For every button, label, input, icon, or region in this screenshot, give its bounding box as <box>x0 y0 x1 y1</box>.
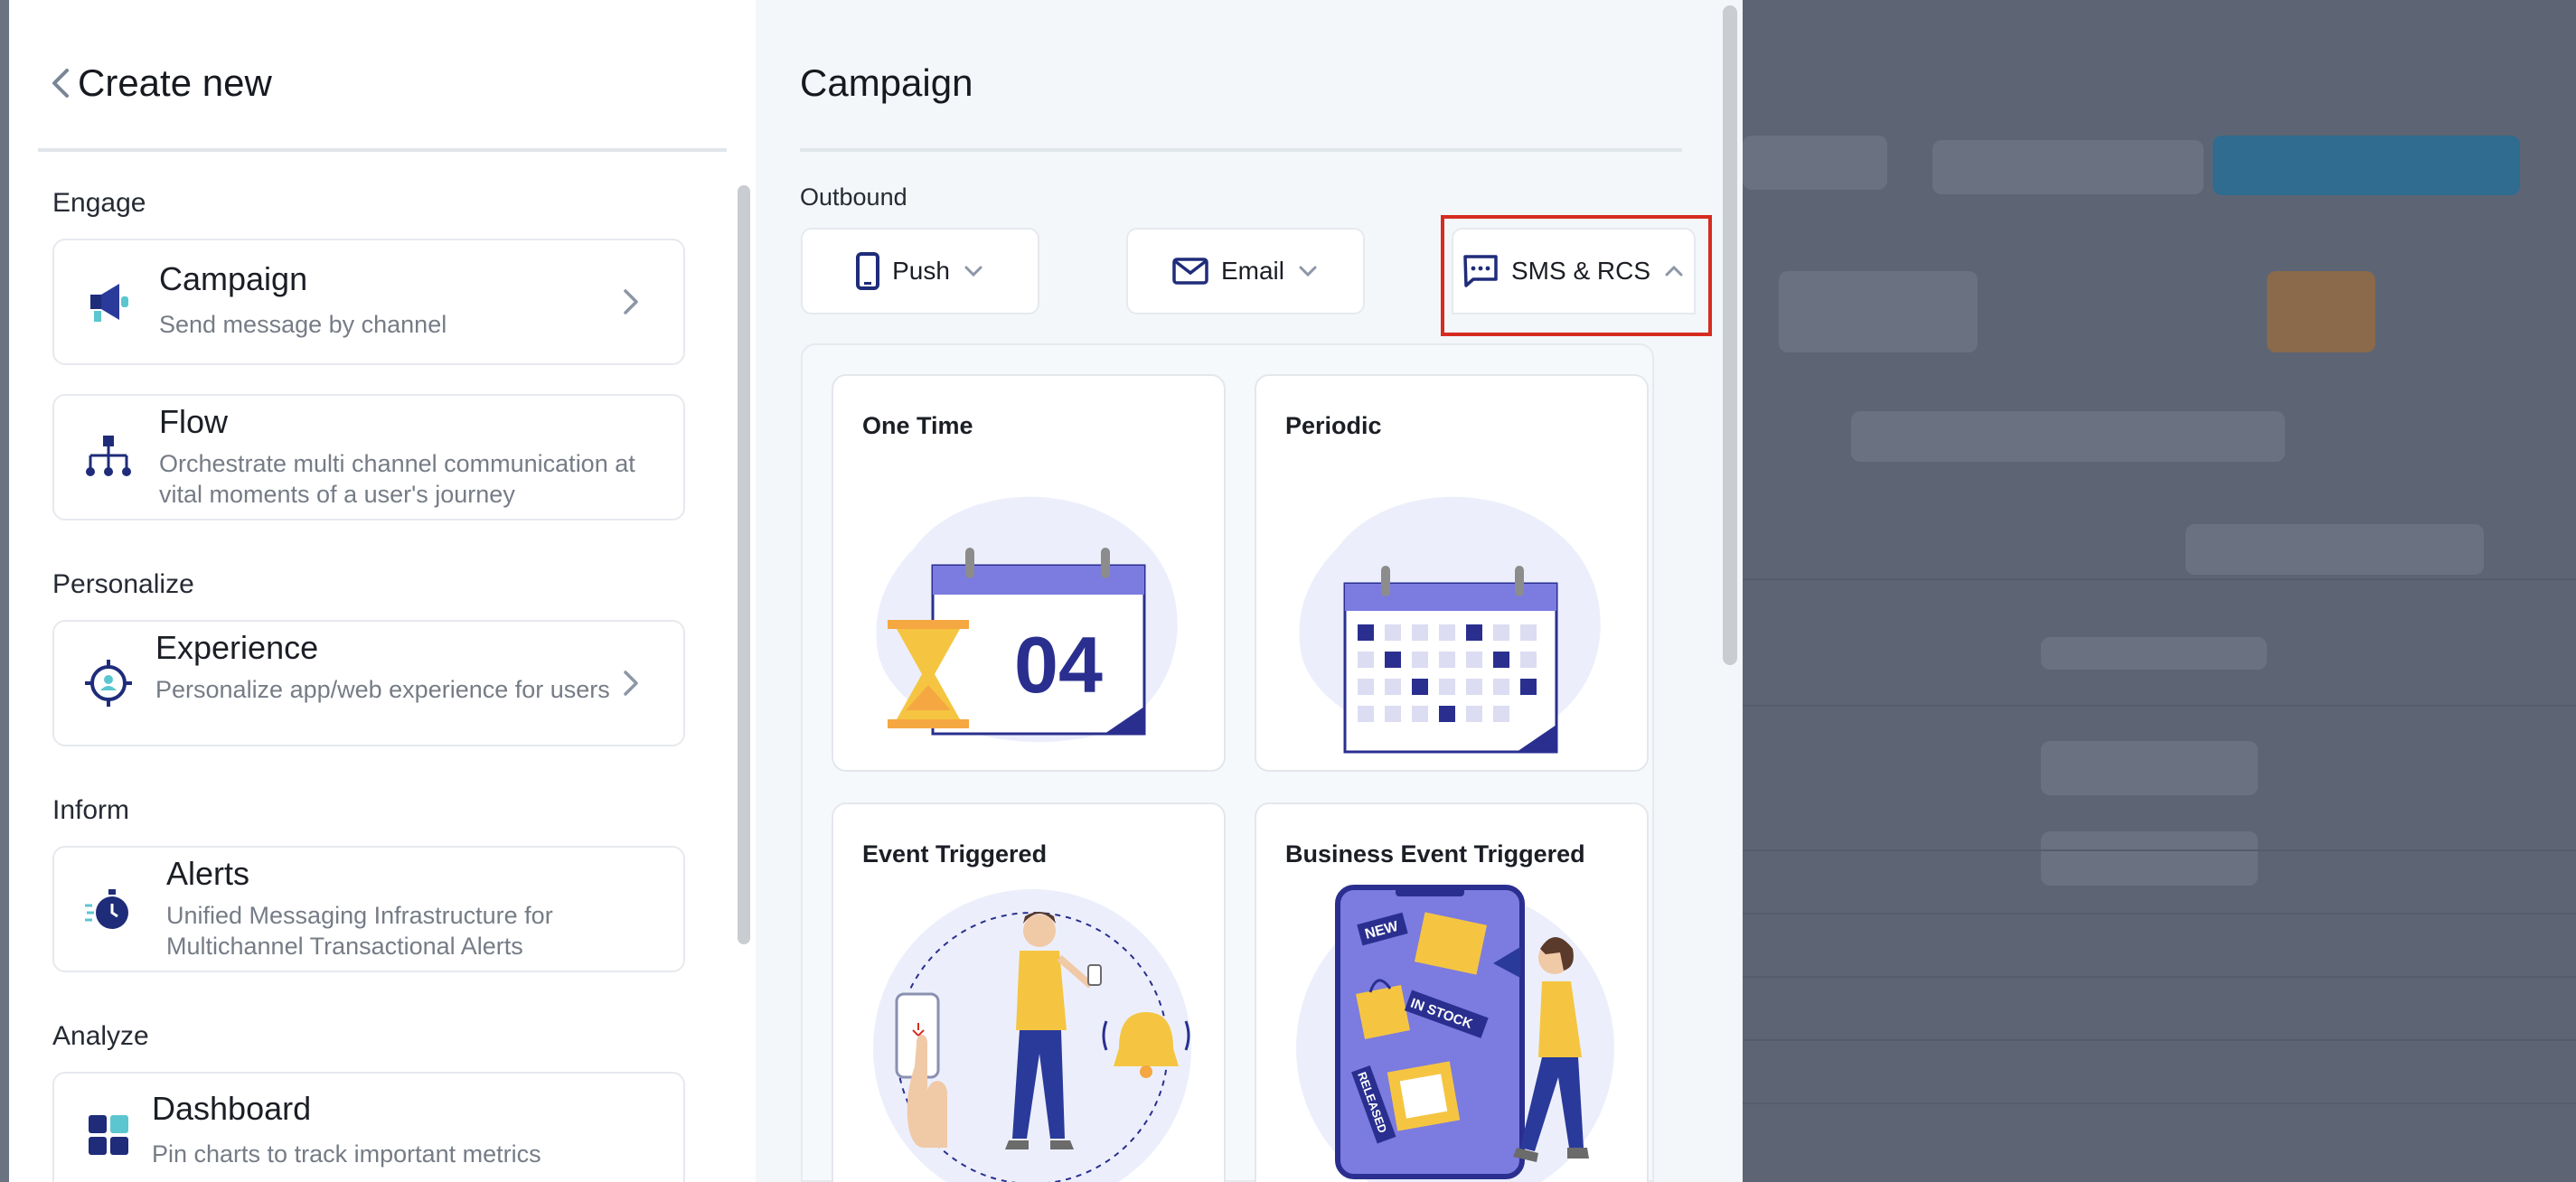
card-description: Orchestrate multi channel communication … <box>159 450 635 508</box>
section-analyze: Analyze <box>52 1021 149 1051</box>
highlight-box <box>1441 215 1712 336</box>
back-chevron-icon[interactable] <box>43 65 80 101</box>
card-description: Send message by channel <box>159 311 447 338</box>
card-title: Experience <box>155 629 319 666</box>
phone-promo-illustration: NEW IN STOCK RELEASED <box>1296 885 1614 1182</box>
card-experience[interactable]: Experience Personalize app/web experienc… <box>52 620 685 746</box>
left-menu: Create new Engage Campaign Send message … <box>9 0 756 1182</box>
megaphone-icon <box>90 284 128 322</box>
outbound-label: Outbound <box>800 183 907 211</box>
tile-label: Business Event Triggered <box>1285 840 1585 868</box>
calendar-grid-illustration <box>1299 496 1601 754</box>
card-title: Alerts <box>166 855 250 892</box>
tile-business-event-triggered[interactable]: Business Event Triggered NEW IN STOCK RE… <box>1255 802 1649 1182</box>
card-alerts[interactable]: Alerts Unified Messaging Infrastructure … <box>52 846 685 972</box>
target-user-icon <box>85 660 132 707</box>
card-title: Campaign <box>159 260 308 297</box>
header-divider <box>38 148 727 152</box>
card-flow[interactable]: Flow Orchestrate multi channel communica… <box>52 394 685 521</box>
campaign-title: Campaign <box>800 61 973 104</box>
right-scrollbar[interactable] <box>1723 5 1737 665</box>
campaign-divider <box>800 148 1682 152</box>
tile-label: Periodic <box>1285 412 1382 439</box>
section-personalize: Personalize <box>52 569 194 599</box>
campaign-type-grid: One Time 04 Periodic Event Triggered Bus… <box>801 343 1654 1182</box>
tile-periodic[interactable]: Periodic <box>1255 374 1649 772</box>
tile-event-triggered[interactable]: Event Triggered <box>832 802 1226 1182</box>
tile-one-time[interactable]: One Time 04 <box>832 374 1226 772</box>
card-title: Flow <box>159 403 229 440</box>
channel-push-button[interactable]: Push <box>801 228 1039 314</box>
left-scrollbar[interactable] <box>738 185 750 944</box>
card-description: Personalize app/web experience for users <box>155 676 610 703</box>
envelope-icon <box>1172 258 1208 285</box>
section-inform: Inform <box>52 795 130 825</box>
card-description: Unified Messaging Infrastructure for Mul… <box>166 902 553 960</box>
flow-hierarchy-icon <box>86 436 131 476</box>
tile-label: Event Triggered <box>862 840 1048 868</box>
channel-email-button[interactable]: Email <box>1126 228 1365 314</box>
chevron-right-icon <box>624 289 638 314</box>
channel-label: Email <box>1220 257 1284 285</box>
card-campaign[interactable]: Campaign Send message by channel <box>52 239 685 365</box>
card-title: Dashboard <box>152 1090 312 1127</box>
mobile-phone-icon <box>856 252 880 290</box>
dashboard-grid-icon <box>89 1115 128 1155</box>
create-new-drawer: Create new Engage Campaign Send message … <box>9 0 1743 1182</box>
channel-label: Push <box>892 257 950 285</box>
section-engage: Engage <box>52 188 146 218</box>
person-phone-bell-illustration <box>873 889 1191 1182</box>
chevron-down-icon <box>1299 266 1317 277</box>
card-dashboard[interactable]: Dashboard Pin charts to track important … <box>52 1072 685 1182</box>
card-description: Pin charts to track important metrics <box>152 1140 541 1168</box>
page-title: Create new <box>78 61 272 104</box>
calendar-hourglass-illustration: 04 <box>876 496 1178 743</box>
stopwatch-icon <box>85 889 128 929</box>
calendar-day-number: 04 <box>1014 620 1103 709</box>
tile-label: One Time <box>862 412 973 439</box>
chevron-down-icon <box>964 266 982 277</box>
background-app-overlay <box>1743 0 2576 1182</box>
chevron-right-icon <box>624 671 638 696</box>
